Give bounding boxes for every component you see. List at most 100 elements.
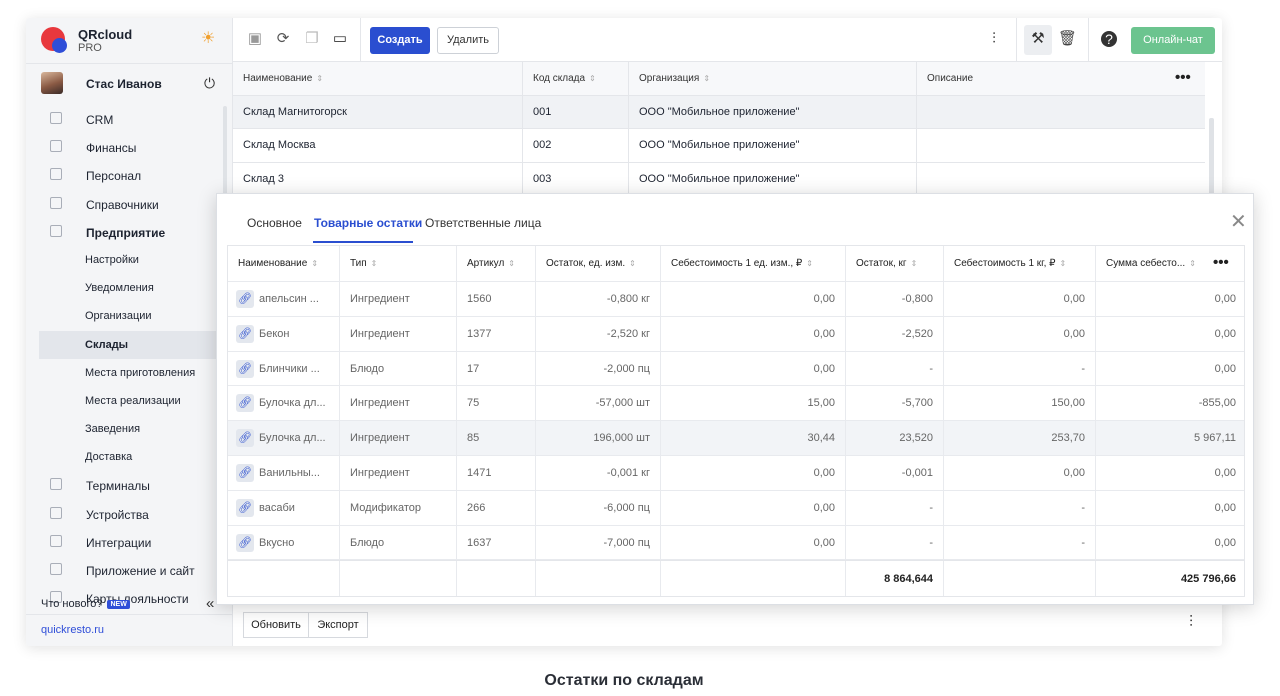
link-icon[interactable]: 🔗︎ xyxy=(236,498,254,517)
delete-button[interactable]: Удалить xyxy=(437,27,499,54)
help-icon[interactable]: ? xyxy=(1101,31,1117,47)
column-header-name[interactable]: Наименование ⇕ xyxy=(233,62,522,95)
refresh-icon[interactable]: ⟳ xyxy=(274,30,292,48)
table-cell: Ингредиент xyxy=(339,282,456,316)
whats-new-link[interactable]: Что нового? NEW xyxy=(41,598,130,610)
cell-value: 17 xyxy=(467,362,480,375)
sidebar-item[interactable]: Организации xyxy=(26,302,233,330)
sort-icon[interactable]: ⇕ xyxy=(508,259,515,268)
tools-icon[interactable]: ⚒ xyxy=(1029,30,1047,48)
link-icon[interactable]: 🔗︎ xyxy=(236,324,254,343)
table-row[interactable]: 🔗︎ Булочка дл... Ингредиент 75 -57,000 шт 15,… xyxy=(228,386,1244,422)
table-cell: Склад 3 xyxy=(243,172,285,185)
table-cell: 196,000 шт xyxy=(535,421,660,455)
sidebar-item[interactable]: Интеграции xyxy=(26,528,233,556)
column-header-organization[interactable]: Организация ⇕ xyxy=(628,62,916,95)
tab-stock[interactable]: Товарные остатки xyxy=(314,216,422,230)
sidebar-item[interactable]: Места приготовления xyxy=(26,359,233,387)
column-header[interactable]: Тип ⇕ xyxy=(339,246,456,281)
sliders-icon[interactable]: ⫶ xyxy=(985,30,1003,48)
table-row[interactable]: 🔗︎ васаби Модификатор 266 -6,000 пц 0,00 - - 0,0… xyxy=(228,490,1244,526)
user-profile[interactable]: Стас Иванов ⏻ xyxy=(26,68,233,98)
sidebar-item[interactable]: Справочники xyxy=(26,190,233,218)
close-icon[interactable]: ✕ xyxy=(1230,212,1247,232)
image-caption: Остатки по складам xyxy=(544,672,704,689)
sidebar-item[interactable]: Устройства xyxy=(26,500,233,528)
table-row[interactable]: 🔗︎ Блинчики ... Блюдо 17 -2,000 пц 0,00 - - 0,00 xyxy=(228,351,1244,387)
sidebar-item[interactable]: Уведомления xyxy=(26,274,233,302)
column-header[interactable]: Остаток, ед. изм. ⇕ xyxy=(535,246,660,281)
tab-main[interactable]: Основное xyxy=(247,216,302,230)
export-button[interactable]: Экспорт xyxy=(309,612,368,638)
sidebar-item[interactable]: Настройки xyxy=(26,246,233,274)
column-header[interactable]: Остаток, кг ⇕ xyxy=(845,246,943,281)
sort-icon[interactable]: ⇕ xyxy=(806,259,813,268)
column-header-description[interactable]: Описание xyxy=(916,62,1205,95)
total-cell xyxy=(660,561,845,596)
sort-icon[interactable]: ⇕ xyxy=(911,259,918,268)
link-icon[interactable]: 🔗︎ xyxy=(236,394,254,413)
link-icon[interactable]: 🔗︎ xyxy=(236,464,254,483)
cell-value: 0,00 xyxy=(1063,293,1085,305)
online-chat-button[interactable]: Онлайн-чат xyxy=(1131,27,1215,54)
table-cell: 001 xyxy=(522,96,628,129)
theme-toggle-sun-icon[interactable]: ☀ xyxy=(201,31,215,47)
more-columns-icon[interactable]: ••• xyxy=(1213,254,1229,271)
table-cell: 266 xyxy=(456,490,535,525)
save-icon[interactable]: ▣ xyxy=(246,30,264,48)
table-row[interactable]: 🔗︎ Вкусно Блюдо 1637 -7,000 пц 0,00 - - 0,00 xyxy=(228,525,1244,561)
link-icon[interactable]: 🔗︎ xyxy=(236,533,254,552)
link-icon[interactable]: 🔗︎ xyxy=(236,429,254,448)
sidebar-item[interactable]: Терминалы xyxy=(26,471,233,499)
table-row[interactable]: Склад Москва 002 ООО "Мобильное приложение… xyxy=(233,129,1205,163)
sort-icon[interactable]: ⇕ xyxy=(629,259,636,268)
window-icon[interactable]: ▭ xyxy=(331,30,349,48)
table-row[interactable]: 🔗︎ апельсин ... Ингредиент 1560 -0,800 кг 0,0… xyxy=(228,282,1244,317)
table-row[interactable]: 🔗︎ Булочка дл... Ингредиент 85 196,000 шт 30,… xyxy=(228,421,1244,456)
brand-header: QRcloud PRO ☀ xyxy=(26,18,233,64)
table-cell: 0,00 xyxy=(943,282,1095,316)
table-header: Наименование ⇕ Тип ⇕ Артикул ⇕ Остаток, ед. из… xyxy=(228,246,1244,282)
link-icon[interactable]: 🔗︎ xyxy=(236,359,254,378)
tab-responsible[interactable]: Ответственные лица xyxy=(425,216,541,230)
sort-icon[interactable]: ⇕ xyxy=(1060,259,1067,268)
logout-power-icon[interactable]: ⏻ xyxy=(204,75,215,92)
sort-icon[interactable]: ⇕ xyxy=(1189,259,1196,268)
trash-icon[interactable]: 🗑 xyxy=(1058,30,1077,48)
table-row[interactable]: Склад 3 003 ООО "Мобильное приложение" xyxy=(233,162,1205,196)
table-cell: - xyxy=(943,525,1095,560)
sort-icon[interactable]: ⇕ xyxy=(311,259,318,268)
sidebar-item[interactable]: CRM xyxy=(26,105,233,133)
sidebar-item[interactable]: Приложение и сайт xyxy=(26,556,233,584)
table-row[interactable]: 🔗︎ Бекон Ингредиент 1377 -2,520 кг 0,00 -2,520… xyxy=(228,316,1244,352)
sidebar-item[interactable]: Предприятие xyxy=(26,218,233,246)
site-link[interactable]: quickresto.ru xyxy=(41,624,104,636)
column-header[interactable]: Себестоимость 1 кг, ₽ ⇕ xyxy=(943,246,1095,281)
create-button[interactable]: Создать xyxy=(370,27,430,54)
cell-value: Модификатор xyxy=(350,501,422,514)
collapse-sidebar-icon[interactable]: « xyxy=(206,595,214,612)
sidebar-item[interactable]: Финансы xyxy=(26,133,233,161)
table-row[interactable]: 🔗︎ Ванильны... Ингредиент 1471 -0,001 кг 0,00… xyxy=(228,455,1244,491)
refresh-button[interactable]: Обновить xyxy=(243,612,309,638)
sidebar-item[interactable]: Заведения xyxy=(26,415,233,443)
nav-icon xyxy=(50,168,62,181)
column-header[interactable]: Наименование ⇕ xyxy=(228,246,339,281)
settings-sliders-icon[interactable]: ⫶ xyxy=(1189,614,1193,632)
column-header-code[interactable]: Код склада ⇕ xyxy=(522,62,628,95)
sidebar-item[interactable]: Доставка xyxy=(26,443,233,471)
table-cell xyxy=(916,96,1205,129)
sidebar-item[interactable]: Персонал xyxy=(26,161,233,189)
column-header[interactable]: Артикул ⇕ xyxy=(456,246,535,281)
more-columns-icon[interactable]: ••• xyxy=(1175,69,1191,86)
table-cell: Склад Москва xyxy=(243,139,316,152)
table-cell: Блюдо xyxy=(339,525,456,560)
cell-value: - xyxy=(1081,501,1085,514)
sort-icon[interactable]: ⇕ xyxy=(371,259,378,268)
sidebar-item[interactable]: Места реализации xyxy=(26,387,233,415)
table-row[interactable]: Склад Магнитогорск 001 ООО "Мобильное прил… xyxy=(233,96,1205,130)
link-icon[interactable]: 🔗︎ xyxy=(236,290,254,309)
copy-icon[interactable]: ❐ xyxy=(303,30,321,48)
column-header[interactable]: Себестоимость 1 ед. изм., ₽ ⇕ xyxy=(660,246,845,281)
sidebar-item[interactable]: Склады xyxy=(39,330,233,359)
